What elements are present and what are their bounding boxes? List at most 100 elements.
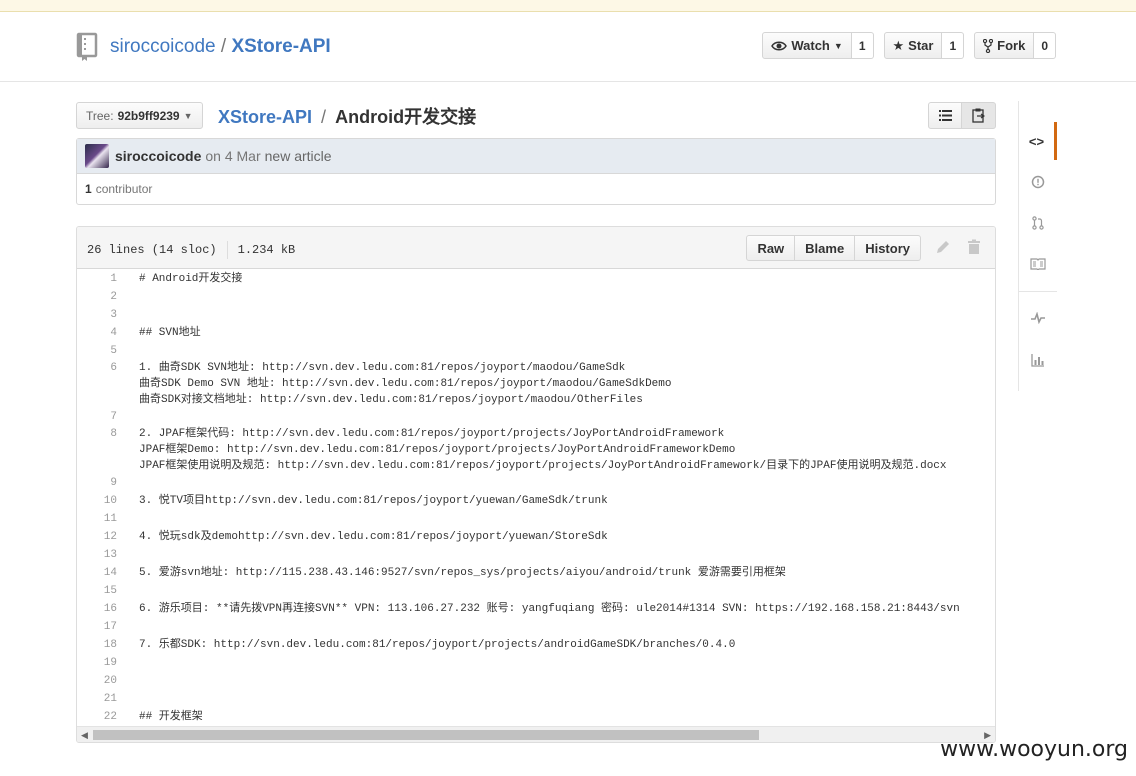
star-label: Star bbox=[908, 38, 934, 53]
pencil-icon[interactable] bbox=[935, 239, 951, 255]
line-content bbox=[121, 546, 139, 564]
line-content bbox=[121, 306, 139, 324]
line-number[interactable] bbox=[77, 392, 121, 408]
line-content bbox=[121, 672, 139, 690]
line-number[interactable]: 5 bbox=[77, 342, 121, 360]
line-number[interactable]: 19 bbox=[77, 654, 121, 672]
clippy-icon bbox=[972, 108, 985, 123]
code-line: 12 4. 悦玩sdk及demohttp://svn.dev.ledu.com:8… bbox=[77, 528, 995, 546]
code-line: 16 6. 游乐项目: **请先拨VPN再连接SVN** VPN: 113.106… bbox=[77, 600, 995, 618]
sidebar-item-graphs[interactable] bbox=[1019, 341, 1057, 379]
line-number[interactable]: 11 bbox=[77, 510, 121, 528]
line-content: 2. JPAF框架代码: http://svn.dev.ledu.com:81/… bbox=[139, 428, 725, 440]
sidebar-item-code[interactable]: <> bbox=[1019, 122, 1057, 160]
line-number[interactable]: 13 bbox=[77, 546, 121, 564]
line-number[interactable]: 21 bbox=[77, 690, 121, 708]
contributors-row[interactable]: 1 contributor bbox=[77, 174, 995, 204]
line-content: 3. 悦TV项目http://svn.dev.ledu.com:81/repos… bbox=[139, 495, 608, 507]
line-number[interactable]: 8 bbox=[77, 426, 121, 442]
line-content bbox=[121, 408, 139, 426]
history-button[interactable]: History bbox=[855, 235, 921, 261]
line-number[interactable] bbox=[77, 442, 121, 458]
scroll-left-icon[interactable]: ◀ bbox=[81, 730, 88, 741]
code-body[interactable]: 1 # Android开发交接 2 3 4 ## SVN地址 5 6 1. 曲奇SDK SVN地… bbox=[77, 270, 995, 727]
repo-owner-link[interactable]: siroccoicode bbox=[110, 36, 216, 57]
line-number[interactable]: 10 bbox=[77, 492, 121, 510]
line-content: 曲奇SDK对接文档地址: http://svn.dev.ledu.com:81/… bbox=[139, 394, 643, 406]
code-line: JPAF框架使用说明及规范: http://svn.dev.ledu.com:8… bbox=[77, 458, 995, 474]
blame-button[interactable]: Blame bbox=[795, 235, 856, 261]
line-number[interactable]: 22 bbox=[77, 708, 121, 726]
eye-icon bbox=[771, 41, 788, 50]
watch-group: Watch ▼ 1 bbox=[762, 32, 874, 59]
line-number[interactable]: 2 bbox=[77, 288, 121, 306]
star-icon: ★ bbox=[892, 37, 905, 53]
repo-nav-sidebar: <> bbox=[1018, 101, 1058, 391]
line-number[interactable] bbox=[77, 376, 121, 392]
line-content: ## 开发框架 bbox=[139, 711, 203, 723]
trash-icon[interactable] bbox=[967, 239, 981, 255]
sidebar-item-pull-requests[interactable] bbox=[1019, 204, 1057, 242]
line-number[interactable]: 18 bbox=[77, 636, 121, 654]
sidebar-item-issues[interactable] bbox=[1019, 163, 1057, 201]
line-number[interactable]: 12 bbox=[77, 528, 121, 546]
scrollbar-thumb[interactable] bbox=[93, 730, 759, 740]
line-content: 4. 悦玩sdk及demohttp://svn.dev.ledu.com:81/… bbox=[139, 531, 608, 543]
file-actions: Raw Blame History bbox=[746, 235, 921, 261]
code-line: 17 bbox=[77, 618, 995, 636]
line-content: ## SVN地址 bbox=[139, 327, 201, 339]
fork-button[interactable]: Fork bbox=[974, 32, 1035, 59]
copy-path-button[interactable] bbox=[962, 102, 996, 129]
code-line: 21 bbox=[77, 690, 995, 708]
commit-message[interactable]: new article bbox=[265, 148, 332, 164]
breadcrumb-repo-link[interactable]: XStore-API bbox=[218, 107, 312, 127]
raw-button[interactable]: Raw bbox=[746, 235, 796, 261]
line-number[interactable]: 20 bbox=[77, 672, 121, 690]
horizontal-scrollbar[interactable]: ◀ ▶ bbox=[77, 726, 995, 742]
line-number[interactable]: 6 bbox=[77, 360, 121, 376]
star-group: ★ Star 1 bbox=[883, 32, 965, 59]
fork-count[interactable]: 0 bbox=[1034, 32, 1056, 59]
sidebar-item-pulse[interactable] bbox=[1019, 299, 1057, 337]
fork-group: Fork 0 bbox=[974, 32, 1056, 59]
line-content bbox=[121, 342, 139, 360]
line-number[interactable]: 14 bbox=[77, 564, 121, 582]
line-number[interactable]: 1 bbox=[77, 270, 121, 288]
code-line: 6 1. 曲奇SDK SVN地址: http://svn.dev.ledu.com… bbox=[77, 360, 995, 376]
line-content bbox=[121, 582, 139, 600]
line-number[interactable]: 16 bbox=[77, 600, 121, 618]
sidebar-item-wiki[interactable] bbox=[1019, 245, 1057, 283]
watch-label: Watch bbox=[791, 38, 830, 53]
line-number[interactable]: 15 bbox=[77, 582, 121, 600]
watch-button[interactable]: Watch ▼ bbox=[762, 32, 852, 59]
line-content bbox=[121, 690, 139, 708]
list-view-button[interactable] bbox=[928, 102, 962, 129]
pull-request-icon bbox=[1032, 216, 1044, 230]
line-number[interactable]: 7 bbox=[77, 408, 121, 426]
line-number[interactable] bbox=[77, 458, 121, 474]
line-number[interactable]: 17 bbox=[77, 618, 121, 636]
contributors-count: 1 bbox=[85, 182, 92, 196]
code-icon: <> bbox=[1028, 133, 1045, 149]
breadcrumb-file-name: Android开发交接 bbox=[335, 107, 477, 127]
star-count[interactable]: 1 bbox=[942, 32, 965, 59]
repo-name-link[interactable]: XStore-API bbox=[231, 36, 330, 57]
repo-title-separator: / bbox=[220, 36, 227, 57]
line-number[interactable]: 3 bbox=[77, 306, 121, 324]
code-line: 15 bbox=[77, 582, 995, 600]
line-content bbox=[121, 654, 139, 672]
tree-label: Tree: bbox=[86, 108, 114, 123]
repo-title: siroccoicode / XStore-API bbox=[110, 36, 331, 58]
line-number[interactable]: 4 bbox=[77, 324, 121, 342]
watch-count[interactable]: 1 bbox=[851, 32, 874, 59]
line-content bbox=[121, 618, 139, 636]
code-line: 9 bbox=[77, 474, 995, 492]
view-toggle-group bbox=[928, 102, 996, 129]
line-number[interactable]: 9 bbox=[77, 474, 121, 492]
code-line: 4 ## SVN地址 bbox=[77, 324, 995, 342]
star-button[interactable]: ★ Star bbox=[883, 32, 943, 59]
commit-author[interactable]: siroccoicode bbox=[115, 148, 201, 164]
avatar[interactable] bbox=[85, 144, 109, 168]
tree-selector-button[interactable]: Tree: 92b9ff9239 ▼ bbox=[76, 102, 203, 129]
file-size: 1.234 kB bbox=[237, 243, 296, 257]
